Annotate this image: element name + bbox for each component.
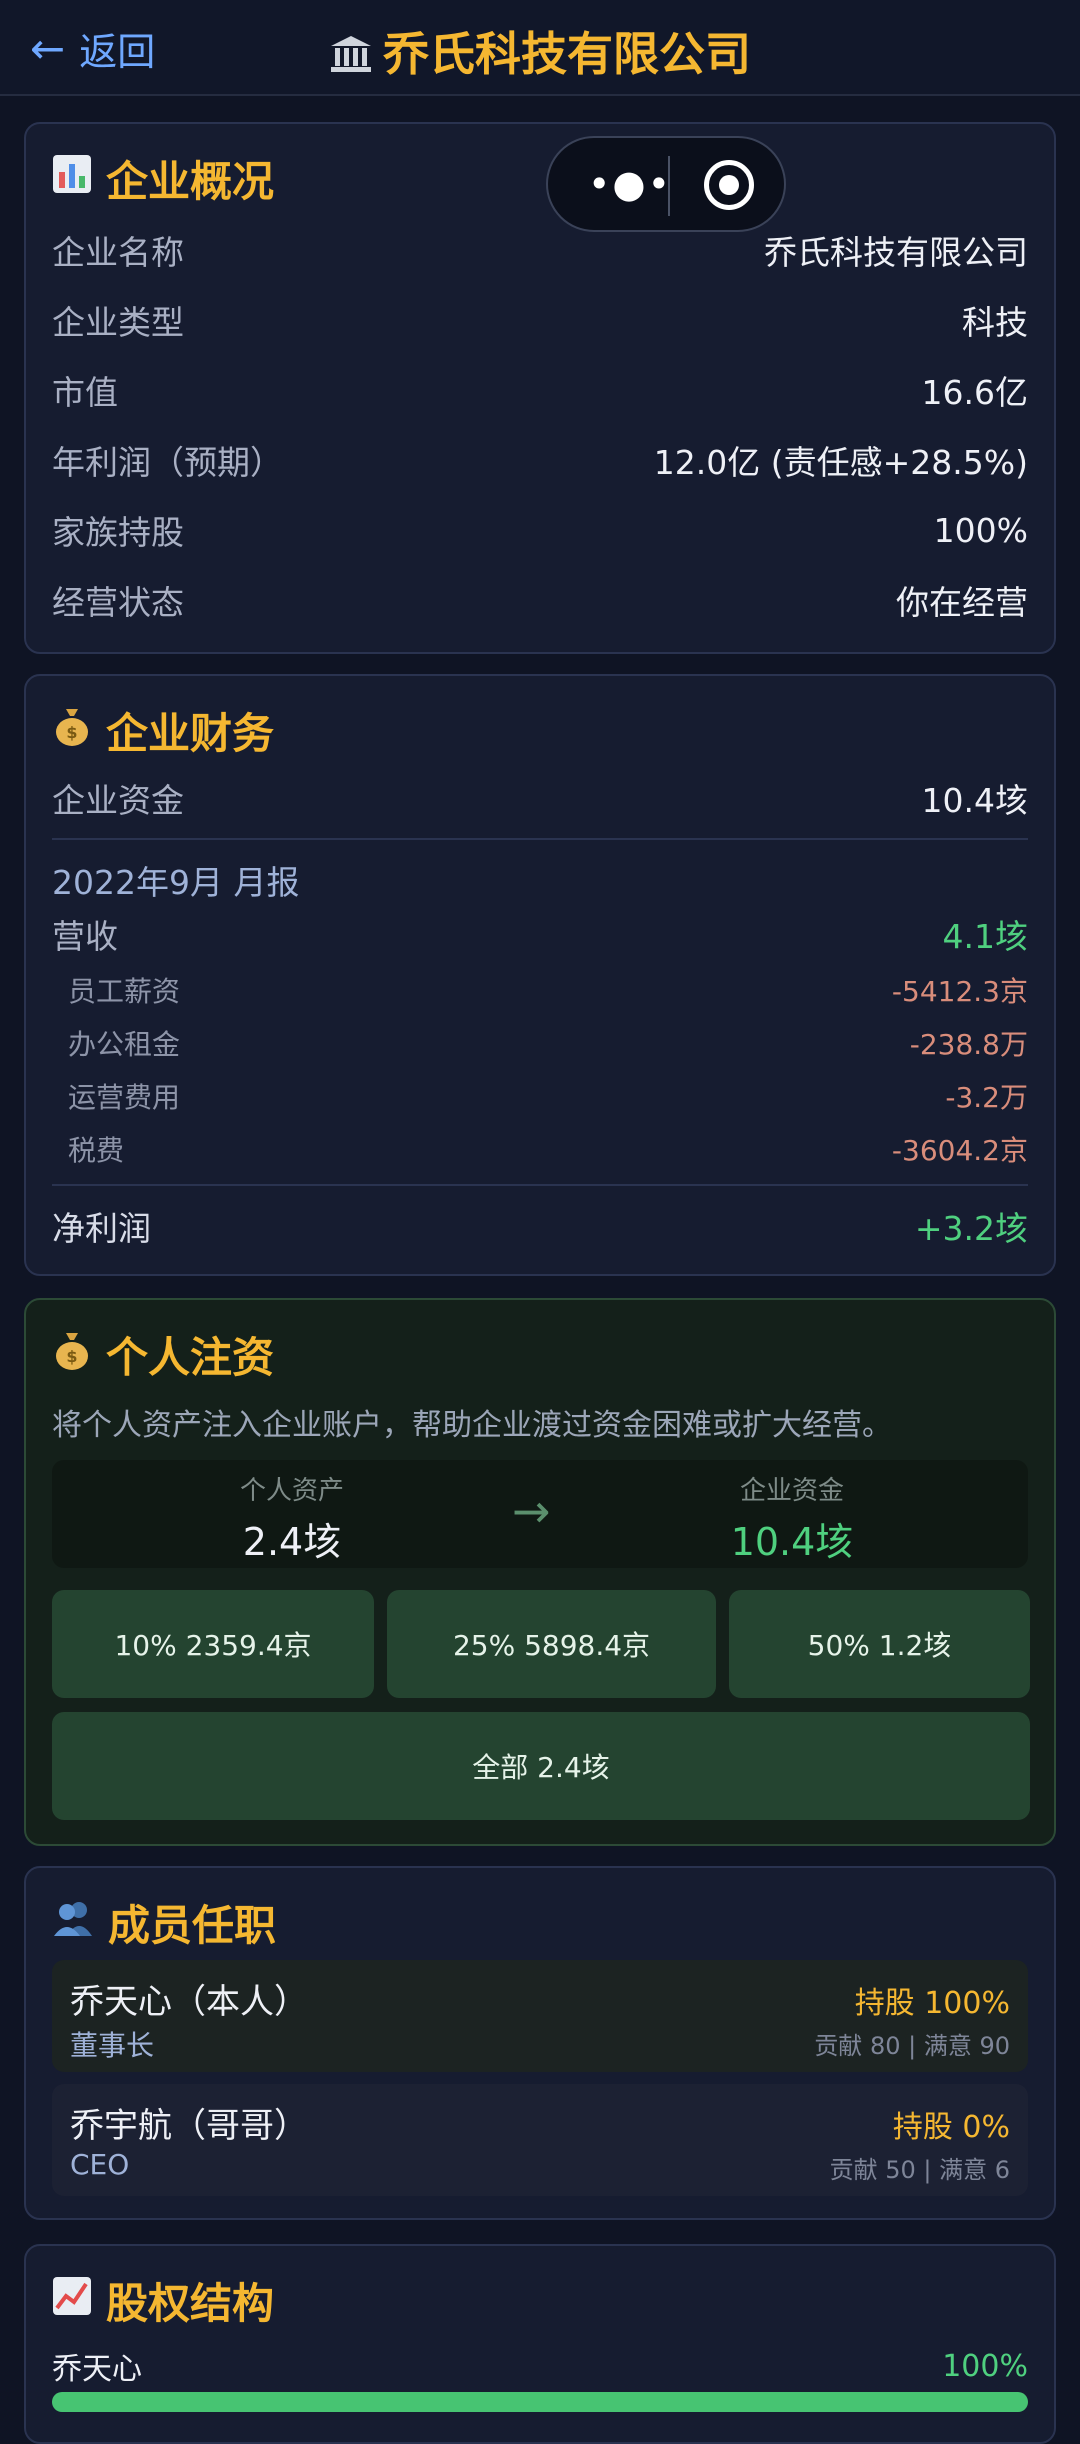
- members-title: 成员任职: [52, 1892, 276, 1952]
- money-bag-icon: $: [52, 1329, 92, 1380]
- overview-title-text: 企业概况: [106, 156, 275, 206]
- expense-label: 办公租金: [68, 1028, 181, 1061]
- row-label: 企业名称: [52, 233, 184, 272]
- report-title: 2022年9月 月报: [52, 863, 300, 902]
- overview-row: 市值 16.6亿: [52, 360, 1028, 420]
- member-role: CEO: [70, 2148, 130, 2181]
- transfer-panel: 个人资产 2.4垓 → 企业资金 10.4垓: [52, 1460, 1028, 1568]
- inject-all-button[interactable]: 全部 2.4垓: [52, 1712, 1030, 1820]
- expense-value: -3.2万: [945, 1081, 1028, 1114]
- equity-card: 股权结构 乔天心 100%: [24, 2244, 1056, 2444]
- expense-row: 办公租金 -238.8万: [52, 1017, 1028, 1069]
- personal-assets-value: 2.4垓: [242, 1520, 342, 1564]
- net-profit-row: 净利润 +3.2垓: [52, 1196, 1028, 1256]
- row-label: 企业类型: [52, 303, 184, 342]
- money-bag-icon: $: [52, 705, 92, 756]
- svg-text:$: $: [66, 723, 77, 742]
- row-value: 100%: [933, 510, 1028, 550]
- top-bar: ← 返回 乔氏科技有限公司: [0, 0, 1080, 96]
- expense-label: 税费: [68, 1134, 125, 1167]
- inject-title-text: 个人注资: [106, 1332, 275, 1382]
- holder-percent: 100%: [942, 2348, 1028, 2384]
- trend-chart-icon: [52, 2276, 92, 2325]
- expense-value: -3604.2京: [891, 1134, 1028, 1167]
- overview-row: 家族持股 100%: [52, 500, 1028, 560]
- revenue-row: 营收 4.1垓: [52, 906, 1028, 962]
- member-stats: 贡献 80 | 满意 90: [814, 2032, 1010, 2060]
- row-label: 家族持股: [52, 513, 184, 552]
- equity-title-text: 股权结构: [106, 2278, 275, 2328]
- capital-label: 企业资金: [52, 781, 184, 820]
- overview-row: 企业类型 科技: [52, 290, 1028, 350]
- company-funds-value: 10.4垓: [730, 1520, 854, 1564]
- overview-row: 经营状态 你在经营: [52, 570, 1028, 630]
- members-title-text: 成员任职: [108, 1900, 277, 1950]
- row-value: 科技: [962, 303, 1028, 342]
- company-funds-label: 企业资金: [739, 1476, 844, 1506]
- inject-50-button[interactable]: 50% 1.2垓: [729, 1590, 1030, 1698]
- capital-row: 企业资金 10.4垓: [52, 768, 1028, 828]
- member-name: 乔天心（本人）: [70, 1982, 308, 2022]
- page-title: 乔氏科技有限公司: [0, 18, 1080, 84]
- overview-row: 年利润（预期） 12.0亿 (责任感+28.5%): [52, 430, 1028, 490]
- row-label: 市值: [52, 373, 118, 412]
- row-label: 年利润（预期）: [52, 443, 283, 482]
- expense-value: -5412.3京: [891, 975, 1028, 1008]
- divider: [52, 1184, 1028, 1186]
- member-stats: 贡献 50 | 满意 6: [829, 2156, 1010, 2184]
- inject-25-button[interactable]: 25% 5898.4京: [387, 1590, 716, 1698]
- expense-value: -238.8万: [909, 1028, 1028, 1061]
- finance-card: $ 企业财务 企业资金 10.4垓 2022年9月 月报 营收 4.1垓 员工薪…: [24, 674, 1056, 1276]
- more-icon[interactable]: •●•: [582, 164, 678, 204]
- expense-label: 员工薪资: [68, 975, 181, 1008]
- expense-row: 运营费用 -3.2万: [52, 1070, 1028, 1122]
- row-label: 经营状态: [52, 583, 184, 622]
- member-role: 董事长: [70, 2029, 155, 2062]
- equity-title: 股权结构: [52, 2270, 274, 2330]
- bar-chart-icon: [52, 154, 92, 203]
- capital-value: 10.4垓: [921, 781, 1028, 820]
- revenue-label: 营收: [52, 917, 118, 956]
- net-profit-label: 净利润: [52, 1209, 151, 1248]
- row-value: 12.0亿 (责任感+28.5%): [653, 443, 1028, 482]
- bank-icon: [329, 27, 373, 81]
- company-funds: 企业资金 10.4垓: [642, 1470, 942, 1566]
- inject-description: 将个人资产注入企业账户，帮助企业渡过资金困难或扩大经营。: [52, 1408, 892, 1443]
- net-profit-value: +3.2垓: [914, 1209, 1028, 1248]
- member-card[interactable]: 乔天心（本人） 董事长 持股 100% 贡献 80 | 满意 90: [52, 1960, 1028, 2072]
- inject-card: $ 个人注资 将个人资产注入企业账户，帮助企业渡过资金困难或扩大经营。 个人资产…: [24, 1298, 1056, 1846]
- row-value: 16.6亿: [921, 373, 1028, 412]
- divider: [52, 838, 1028, 840]
- page-title-text: 乔氏科技有限公司: [383, 27, 751, 81]
- overview-row: 企业名称 乔氏科技有限公司: [52, 220, 1028, 280]
- inject-10-button[interactable]: 10% 2359.4京: [52, 1590, 374, 1698]
- finance-title-text: 企业财务: [106, 708, 275, 758]
- revenue-value: 4.1垓: [942, 917, 1028, 956]
- personal-assets-label: 个人资产: [239, 1476, 344, 1506]
- expense-row: 税费 -3604.2京: [52, 1123, 1028, 1175]
- members-card: 成员任职 乔天心（本人） 董事长 持股 100% 贡献 80 | 满意 90 乔…: [24, 1866, 1056, 2220]
- miniprogram-capsule: •●•: [546, 136, 786, 232]
- member-share: 持股 0%: [892, 2110, 1010, 2145]
- svg-text:$: $: [66, 1347, 77, 1366]
- overview-card: 企业概况 •●• 企业名称 乔氏科技有限公司 企业类型 科技 市值 16.6亿 …: [24, 122, 1056, 654]
- member-name: 乔宇航（哥哥）: [70, 2106, 308, 2146]
- personal-assets: 个人资产 2.4垓: [142, 1470, 442, 1566]
- inject-title: $ 个人注资: [52, 1324, 274, 1384]
- holder-name: 乔天心: [52, 2352, 142, 2387]
- close-target-icon[interactable]: [704, 160, 754, 210]
- people-icon: [52, 1898, 94, 1947]
- right-arrow-icon: →: [512, 1484, 551, 1538]
- expense-row: 员工薪资 -5412.3京: [52, 964, 1028, 1016]
- finance-title: $ 企业财务: [52, 700, 274, 760]
- overview-title: 企业概况: [52, 148, 274, 208]
- member-card[interactable]: 乔宇航（哥哥） CEO 持股 0% 贡献 50 | 满意 6: [52, 2084, 1028, 2196]
- equity-row: 乔天心 100%: [52, 2340, 1028, 2392]
- row-value: 乔氏科技有限公司: [764, 233, 1028, 272]
- member-share: 持股 100%: [854, 1986, 1010, 2021]
- capsule-divider: [668, 156, 670, 216]
- expense-label: 运营费用: [68, 1081, 181, 1114]
- row-value: 你在经营: [896, 583, 1028, 622]
- equity-bar: [52, 2392, 1028, 2412]
